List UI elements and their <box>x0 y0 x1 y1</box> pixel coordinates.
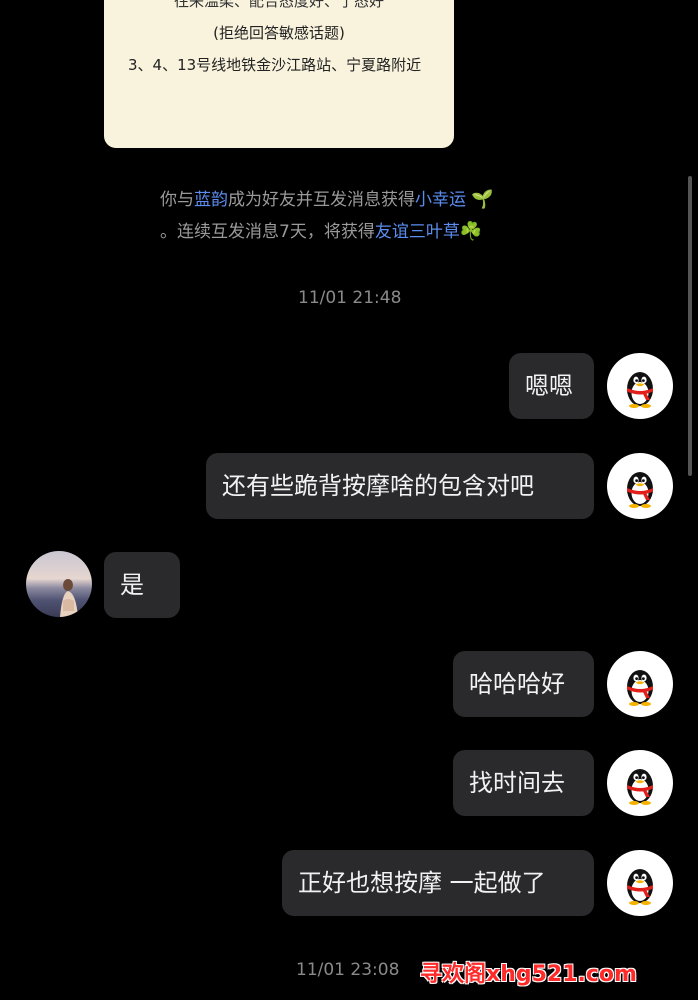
qq-penguin-icon <box>607 453 673 519</box>
info-card: 往来温柔、配合态度好、了态好 (拒绝回答敏感话题) 3、4、13号线地铁金沙江路… <box>104 0 454 148</box>
sprout-icon: 🌱 <box>471 189 494 210</box>
friend-system-message: 你与蓝韵成为好友并互发消息获得小幸运 🌱 。连续互发消息7天，将获得友谊三叶草☘️ <box>160 184 560 248</box>
message-bubble-sent[interactable]: 哈哈哈好 <box>453 651 594 717</box>
scrollbar[interactable] <box>688 176 692 476</box>
system-text: 你与 <box>160 190 194 210</box>
self-avatar[interactable] <box>607 651 673 717</box>
card-address: 3、4、13号线地铁金沙江路站、宁夏路附近 <box>128 56 422 74</box>
qq-penguin-icon <box>607 850 673 916</box>
self-avatar[interactable] <box>607 750 673 816</box>
self-avatar[interactable] <box>607 850 673 916</box>
card-note: (拒绝回答敏感话题) <box>213 24 345 42</box>
watermark: 寻欢阁xhg521.com <box>420 962 637 987</box>
system-text: 成为好友并互发消息获得 <box>228 190 415 210</box>
reward-link-clover[interactable]: 友谊三叶草 <box>375 222 460 242</box>
qq-penguin-icon <box>607 750 673 816</box>
timestamp: 11/01 21:48 <box>298 288 402 308</box>
qq-penguin-icon <box>607 353 673 419</box>
message-bubble-received[interactable]: 是 <box>104 552 180 618</box>
friend-name-link[interactable]: 蓝韵 <box>194 190 228 210</box>
message-bubble-sent[interactable]: 正好也想按摩 一起做了 <box>282 850 594 916</box>
message-bubble-sent[interactable]: 嗯嗯 <box>509 353 594 419</box>
card-text-line: 往来温柔、配合态度好、了态好 <box>173 0 384 10</box>
friend-avatar[interactable] <box>26 551 92 617</box>
clover-icon: ☘️ <box>459 221 483 242</box>
system-text: 。连续互发消息7天，将获得 <box>160 222 375 242</box>
timestamp: 11/01 23:08 <box>296 960 400 980</box>
message-bubble-sent[interactable]: 还有些跪背按摩啥的包含对吧 <box>206 453 594 519</box>
self-avatar[interactable] <box>607 353 673 419</box>
self-avatar[interactable] <box>607 453 673 519</box>
qq-penguin-icon <box>607 651 673 717</box>
profile-photo <box>60 579 78 617</box>
reward-link-small-luck[interactable]: 小幸运 <box>415 190 466 210</box>
message-bubble-sent[interactable]: 找时间去 <box>453 750 594 816</box>
